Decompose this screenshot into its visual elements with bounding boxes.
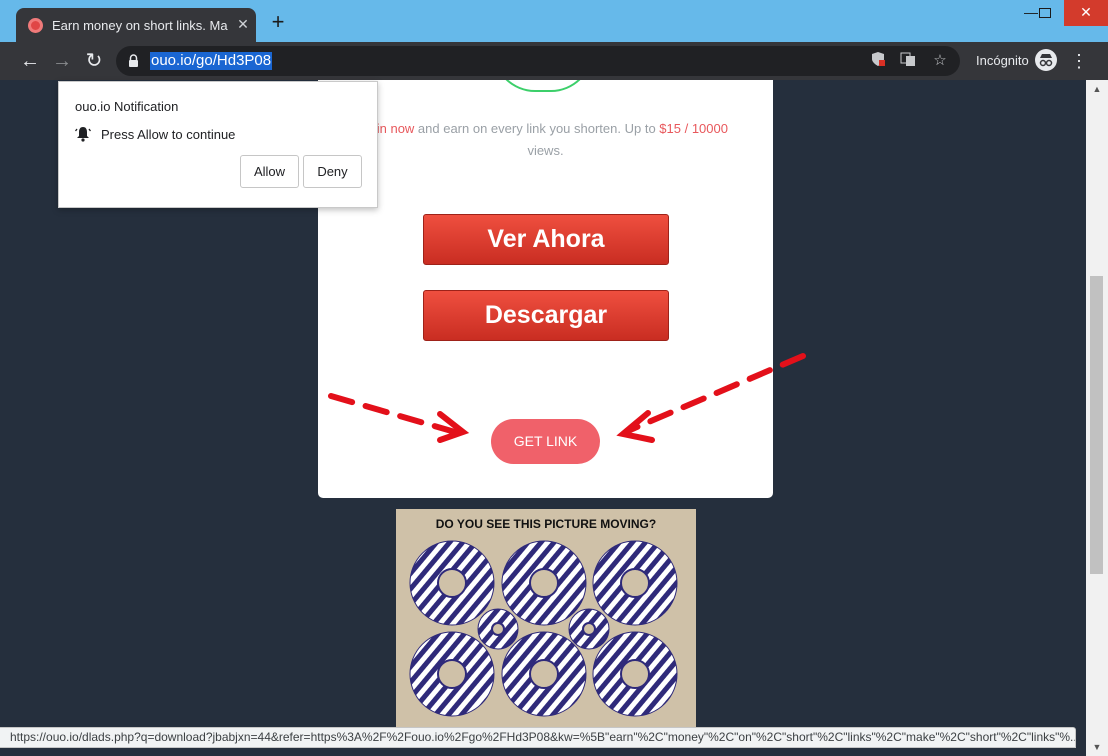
browser-menu-button[interactable]: ⋮ bbox=[1070, 49, 1088, 73]
browser-tab[interactable]: Earn money on short links. Make ✕ bbox=[16, 8, 256, 42]
notification-permission-popup: ouo.io Notification Press Allow to conti… bbox=[58, 81, 378, 208]
site-favicon-icon bbox=[28, 18, 43, 33]
content-card: Join now and earn on every link you shor… bbox=[318, 80, 773, 498]
reload-button[interactable]: ↻ bbox=[82, 49, 106, 73]
address-bar[interactable]: ouo.io/go/Hd3P08 ☆ bbox=[116, 46, 960, 76]
promo-text-part: and earn on every link you shorten. Up t… bbox=[414, 121, 660, 136]
star-icon[interactable]: ☆ bbox=[930, 51, 950, 71]
notification-title: ouo.io Notification bbox=[75, 99, 179, 114]
tab-title: Earn money on short links. Make bbox=[52, 18, 228, 33]
back-button[interactable]: ← bbox=[18, 49, 42, 73]
shield-blocked-icon[interactable] bbox=[868, 51, 888, 71]
tab-close-icon[interactable]: ✕ bbox=[234, 14, 252, 34]
translate-icon[interactable] bbox=[898, 51, 918, 71]
ad-banner[interactable]: DO YOU SEE THIS PICTURE MOVING? bbox=[396, 509, 696, 727]
ver-ahora-button[interactable]: Ver Ahora bbox=[423, 214, 669, 265]
allow-button[interactable]: Allow bbox=[240, 155, 299, 188]
window-titlebar: Earn money on short links. Make ✕ + — ✕ bbox=[0, 0, 1108, 42]
browser-toolbar: ← → ↻ ouo.io/go/Hd3P08 ☆ Incógnito ⋮ bbox=[0, 42, 1108, 80]
descargar-button[interactable]: Descargar bbox=[423, 290, 669, 341]
scroll-up-icon[interactable]: ▲ bbox=[1086, 80, 1108, 98]
incognito-label[interactable]: Incógnito bbox=[976, 53, 1029, 68]
promo-text-part: views. bbox=[527, 143, 564, 158]
notification-message: Press Allow to continue bbox=[101, 127, 236, 142]
logo-circle bbox=[493, 80, 593, 92]
promo-amount: $15 / 10000 bbox=[659, 121, 728, 136]
maximize-icon bbox=[1039, 8, 1051, 18]
get-link-button[interactable]: GET LINK bbox=[491, 419, 600, 464]
url-text[interactable]: ouo.io/go/Hd3P08 bbox=[150, 52, 273, 70]
forward-button[interactable]: → bbox=[50, 49, 74, 73]
maximize-button[interactable] bbox=[1026, 0, 1064, 26]
page-scrollbar[interactable]: ▲ ▼ bbox=[1086, 80, 1108, 756]
incognito-icon[interactable] bbox=[1035, 49, 1057, 71]
new-tab-button[interactable]: + bbox=[268, 11, 288, 33]
scrollbar-thumb[interactable] bbox=[1090, 276, 1103, 574]
scroll-down-icon[interactable]: ▼ bbox=[1086, 738, 1108, 756]
promo-text: Join now and earn on every link you shor… bbox=[338, 118, 753, 162]
window-close-button[interactable]: ✕ bbox=[1064, 0, 1108, 26]
illusion-image bbox=[409, 540, 678, 717]
deny-button[interactable]: Deny bbox=[303, 155, 362, 188]
status-url-bubble: https://ouo.io/dlads.php?q=download?jbab… bbox=[0, 727, 1076, 748]
bell-icon bbox=[75, 127, 91, 142]
lock-icon[interactable] bbox=[128, 54, 139, 67]
